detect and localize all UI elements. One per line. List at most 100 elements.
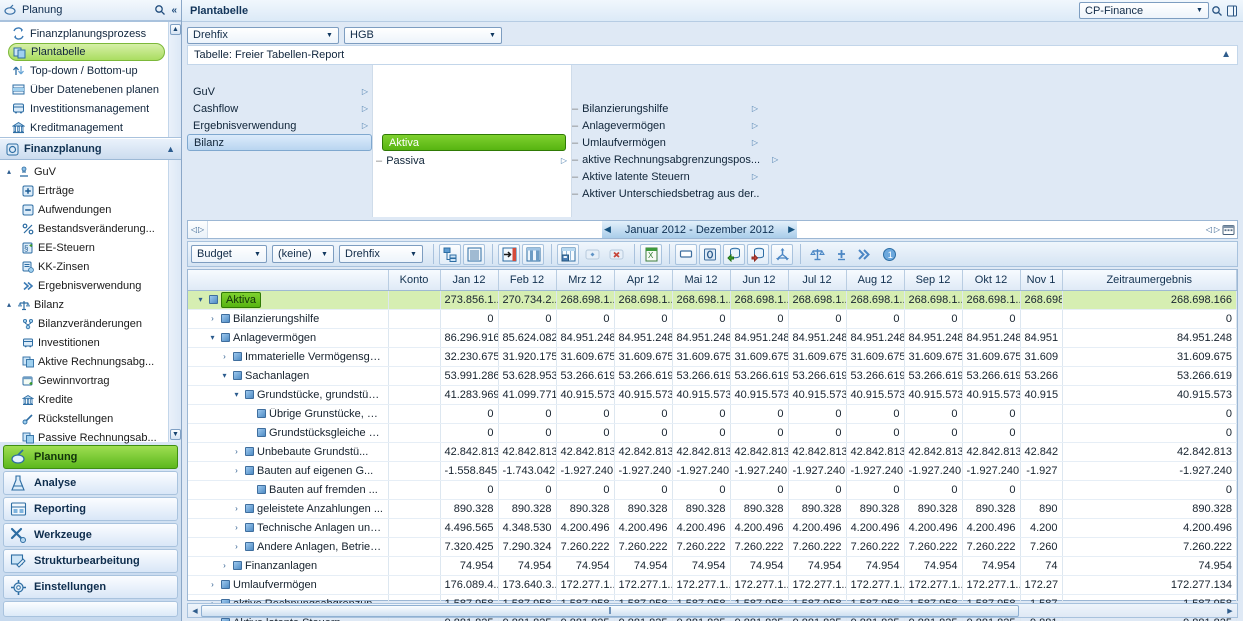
cell-value[interactable]: 268.698.1... xyxy=(672,290,731,310)
cell-value[interactable]: 40.915.573 xyxy=(672,385,731,405)
sidebar-group-finanzplanung[interactable]: Finanzplanung ▲ xyxy=(0,138,181,160)
triangle-left-icon[interactable]: ◀ xyxy=(604,224,611,235)
cell-value[interactable]: 890.328 xyxy=(556,499,615,519)
row-label-cell[interactable]: ▾ Sachanlagen xyxy=(188,366,389,386)
cell-value[interactable] xyxy=(1020,404,1063,424)
tree-node-aufwendungen[interactable]: Aufwendungen xyxy=(0,200,181,219)
cell-value[interactable]: 0 xyxy=(614,423,673,443)
cell-value[interactable]: 84.951 xyxy=(1020,328,1063,348)
cell-value[interactable]: 4.200.496 xyxy=(904,518,963,538)
cell-value[interactable]: 0 xyxy=(672,309,731,329)
row-label-cell[interactable]: Grundstücksgleiche R... xyxy=(188,423,389,443)
cell-value[interactable]: 890.328 xyxy=(614,499,673,519)
tree-node-bilanzveraenderungen[interactable]: Bilanzveränderungen xyxy=(0,314,181,333)
cell-total[interactable]: -1.927.240 xyxy=(1062,461,1237,481)
col-header-mai[interactable]: Mai 12 xyxy=(672,270,731,291)
expander-icon[interactable]: › xyxy=(207,580,218,589)
chevron-down-icon[interactable]: ▼ xyxy=(251,246,264,262)
module-einstellungen[interactable]: Einstellungen xyxy=(3,575,178,599)
scroll-down-button[interactable]: ▼ xyxy=(170,429,181,440)
row-label-cell[interactable]: › geleistete Anzahlungen ... xyxy=(188,499,389,519)
sidebar-item-investitionsmanagement[interactable]: Investitionsmanagement xyxy=(0,99,181,118)
menu-item-bilanzierungshilfe[interactable]: – Bilanzierungshilfe ▷ xyxy=(572,100,762,117)
dropdown-drehfix[interactable]: Drehfix ▼ xyxy=(187,26,339,44)
menu-item-aktive-rechnungsabgrenzungsposten[interactable]: – aktive Rechnungsabgrenzungspos... ▷ xyxy=(572,151,778,168)
cell-value[interactable]: 86.296.916 xyxy=(440,328,499,348)
table-row[interactable]: Grundstücksgleiche R... 0 0 0 0 0 0 0 0 0 0 0 xyxy=(188,423,1237,443)
chevron-down-icon[interactable]: ▼ xyxy=(407,246,420,262)
cell-value[interactable]: 0 xyxy=(730,309,789,329)
cell-total[interactable]: 53.266.619 xyxy=(1062,366,1237,386)
cell-value[interactable]: 7.260.222 xyxy=(904,537,963,557)
cell-value[interactable]: 53.266.619 xyxy=(846,366,905,386)
cell-value[interactable]: 268.698.1... xyxy=(556,290,615,310)
table-row[interactable]: › Unbebaute Grundstü... 42.842.813 42.842.8… xyxy=(188,442,1237,462)
cell-value[interactable]: 53.266.619 xyxy=(788,366,847,386)
cell-total[interactable]: 0 xyxy=(1062,404,1237,424)
cell-value[interactable]: 0 xyxy=(672,480,731,500)
cell-konto[interactable] xyxy=(388,461,441,481)
export-excel-button[interactable]: X xyxy=(640,243,662,265)
cell-value[interactable]: 0 xyxy=(730,480,789,500)
chevron-down-icon[interactable]: ▼ xyxy=(323,28,336,43)
cell-value[interactable]: 172.277.1... xyxy=(962,575,1021,595)
chevron-down-icon[interactable]: ▼ xyxy=(486,28,499,43)
cell-value[interactable]: 42.842.813 xyxy=(440,442,499,462)
module-werkzeuge[interactable]: Werkzeuge xyxy=(3,523,178,547)
cell-value[interactable]: -1.927.240 xyxy=(672,461,731,481)
menu-item-aktiva[interactable]: Aktiva xyxy=(382,134,566,151)
cell-total[interactable]: 0 xyxy=(1062,423,1237,443)
col-header-apr[interactable]: Apr 12 xyxy=(614,270,673,291)
table-row[interactable]: › Finanzanlagen 74.954 74.954 74.954 74.954 74… xyxy=(188,556,1237,576)
dropdown-version[interactable]: (keine) ▼ xyxy=(272,245,334,263)
refresh-button[interactable] xyxy=(581,244,603,265)
cell-total[interactable]: 31.609.675 xyxy=(1062,347,1237,367)
cell-konto[interactable] xyxy=(388,385,441,405)
horizontal-scrollbar[interactable]: ◀ ▶ xyxy=(187,603,1238,618)
cell-value[interactable]: 7.260.222 xyxy=(846,537,905,557)
cell-value[interactable]: 0 xyxy=(904,423,963,443)
cell-value[interactable]: 268.698.1... xyxy=(962,290,1021,310)
cell-value[interactable]: 172.277.1... xyxy=(672,575,731,595)
cell-value[interactable]: 0 xyxy=(498,404,557,424)
cell-value[interactable]: 890.328 xyxy=(498,499,557,519)
cell-value[interactable]: -1.927.240 xyxy=(614,461,673,481)
cell-value[interactable]: 40.915.573 xyxy=(614,385,673,405)
cell-value[interactable]: 0 xyxy=(614,404,673,424)
search-icon[interactable] xyxy=(154,4,166,16)
cell-konto[interactable] xyxy=(388,480,441,500)
sidebar-item-plantabelle[interactable]: Plantabelle xyxy=(8,43,165,62)
dropdown-scenario[interactable]: Budget ▼ xyxy=(191,245,267,263)
col-header-label[interactable] xyxy=(188,270,389,291)
row-label-cell[interactable]: › Andere Anlagen, Betrieb... xyxy=(188,537,389,557)
cell-value[interactable]: 0 xyxy=(904,404,963,424)
menu-item-aktive-latente-steuern[interactable]: – Aktive latente Steuern ▷ xyxy=(572,168,762,185)
sidebar-item-kreditmanagement[interactable]: Kreditmanagement xyxy=(0,118,181,137)
cell-total[interactable]: 4.200.496 xyxy=(1062,518,1237,538)
cell-value[interactable]: 53.266.619 xyxy=(614,366,673,386)
cell-value[interactable]: 40.915 xyxy=(1020,385,1063,405)
cell-konto[interactable] xyxy=(388,499,441,519)
cell-value[interactable]: 42.842.813 xyxy=(672,442,731,462)
table-row[interactable]: › Andere Anlagen, Betrieb... 7.320.425 7.29… xyxy=(188,537,1237,557)
scroll-up-button[interactable]: ▲ xyxy=(170,24,181,36)
col-header-konto[interactable]: Konto xyxy=(388,270,441,291)
cell-value[interactable]: 890.328 xyxy=(962,499,1021,519)
table-row[interactable]: › geleistete Anzahlungen ... 890.328 890.32… xyxy=(188,499,1237,519)
triangle-right-icon[interactable]: ▷ xyxy=(198,225,204,234)
row-label-cell[interactable]: › Bauten auf eigenen G... xyxy=(188,461,389,481)
cell-value[interactable]: 0 xyxy=(672,404,731,424)
cell-value[interactable]: 172.277.1... xyxy=(788,575,847,595)
cell-value[interactable]: -1.927.240 xyxy=(962,461,1021,481)
cell-value[interactable]: 0 xyxy=(846,309,905,329)
cell-value[interactable]: 0 xyxy=(788,423,847,443)
cell-value[interactable]: 74.954 xyxy=(846,556,905,576)
chevron-up-icon[interactable]: ▲ xyxy=(1221,49,1231,60)
cell-konto[interactable] xyxy=(388,309,441,329)
cell-value[interactable]: 0 xyxy=(962,480,1021,500)
sidebar-item-top-down-bottom-up[interactable]: Top-down / Bottom-up xyxy=(0,61,181,80)
col-header-jun[interactable]: Jun 12 xyxy=(730,270,789,291)
cell-konto[interactable] xyxy=(388,423,441,443)
expander-icon[interactable]: ▾ xyxy=(207,333,218,342)
cell-value[interactable]: 53.266.619 xyxy=(556,366,615,386)
